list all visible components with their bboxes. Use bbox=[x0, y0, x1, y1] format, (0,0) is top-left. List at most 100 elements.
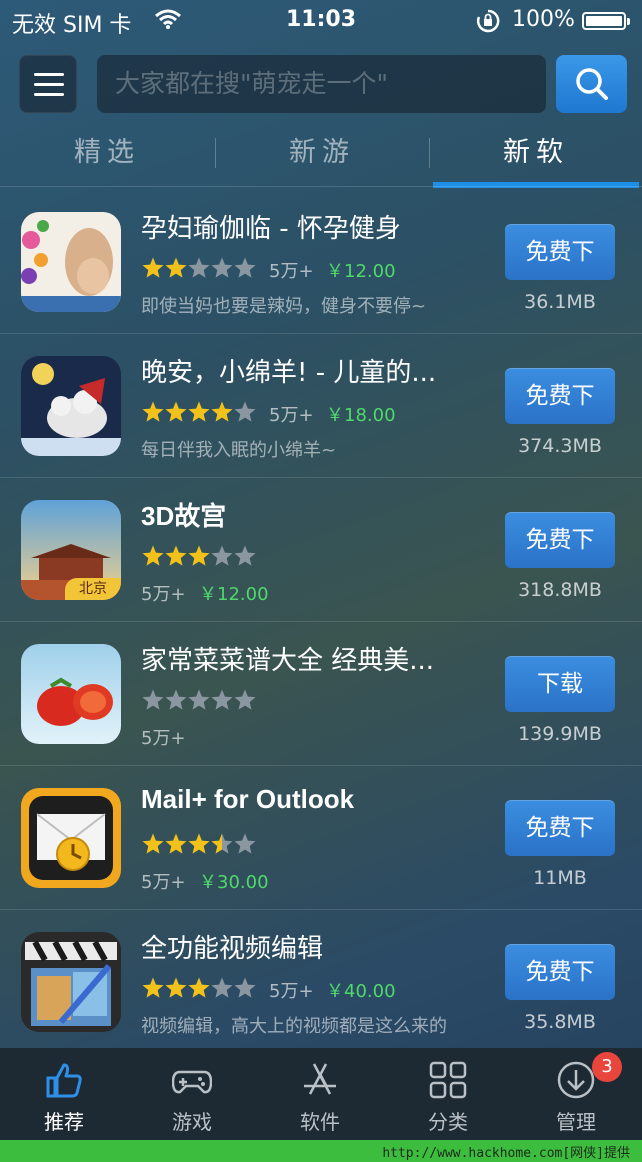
app-description: 视频编辑，高大上的视频都是这么来的 bbox=[141, 1016, 447, 1037]
star-icon bbox=[234, 977, 256, 998]
app-size: 36.1MB bbox=[524, 291, 596, 313]
downloads: 5万+ bbox=[269, 405, 314, 426]
downloads: 5万+ bbox=[269, 261, 314, 282]
list-item[interactable]: Mail+ for Outlook 5万+ ￥30.00 免费下 11MB bbox=[0, 766, 642, 910]
star-icon bbox=[234, 545, 256, 566]
tab-bar-label: 管理 bbox=[556, 1110, 596, 1134]
star-icon bbox=[142, 545, 164, 566]
hamburger-line bbox=[34, 93, 64, 96]
price: ￥30.00 bbox=[199, 872, 269, 893]
star-icon bbox=[142, 833, 164, 854]
thumbs-up-icon bbox=[46, 1063, 82, 1098]
star-icon bbox=[211, 257, 233, 278]
downloads: 5万+ bbox=[141, 584, 186, 605]
star-icon bbox=[188, 401, 210, 422]
app-description: 每日伴我入眠的小绵羊~ bbox=[141, 440, 337, 461]
star-icon bbox=[211, 689, 233, 710]
app-icon-sheep bbox=[21, 356, 121, 456]
star-icon bbox=[188, 689, 210, 710]
price: ￥18.00 bbox=[326, 405, 396, 426]
list-item[interactable]: 孕妇瑜伽临 - 怀孕健身 5万+ ￥12.00 即使当妈也要是辣妈，健身不要停~… bbox=[0, 190, 642, 334]
star-icon bbox=[211, 977, 233, 998]
star-icon bbox=[165, 689, 187, 710]
tab-categories[interactable]: 分类 bbox=[384, 1048, 512, 1140]
star-icon bbox=[165, 401, 187, 422]
tab-new-apps[interactable]: 新软 bbox=[430, 124, 642, 182]
star-icon bbox=[211, 401, 233, 422]
download-button[interactable]: 下载 bbox=[505, 656, 615, 712]
app-size: 11MB bbox=[533, 867, 587, 889]
app-size: 374.3MB bbox=[518, 435, 602, 457]
update-count-badge: 3 bbox=[592, 1052, 622, 1082]
star-icon bbox=[211, 833, 233, 854]
tab-new-games[interactable]: 新游 bbox=[216, 124, 428, 182]
active-tab-indicator bbox=[433, 182, 639, 188]
bottom-tab-bar: 推荐 游戏 软件 分类 管理 bbox=[0, 1048, 642, 1140]
star-icon bbox=[234, 401, 256, 422]
app-name: Mail+ for Outlook bbox=[141, 784, 355, 814]
search-button[interactable] bbox=[556, 55, 627, 113]
star-icon bbox=[234, 257, 256, 278]
app-icon-video-editor bbox=[21, 932, 121, 1032]
download-button[interactable]: 免费下 bbox=[505, 368, 615, 424]
star-icon bbox=[165, 545, 187, 566]
list-item[interactable]: 晚安，小绵羊! - 儿童的... 5万+ ￥18.00 每日伴我入眠的小绵羊~ … bbox=[0, 334, 642, 478]
grid-icon bbox=[429, 1061, 467, 1099]
app-description: 即使当妈也要是辣妈，健身不要停~ bbox=[141, 296, 427, 317]
app-icon-yoga bbox=[21, 212, 121, 312]
list-item[interactable]: 全功能视频编辑 5万+ ￥40.00 视频编辑，高大上的视频都是这么来的 免费下… bbox=[0, 910, 642, 1054]
download-button[interactable]: 免费下 bbox=[505, 944, 615, 1000]
app-icon-forbidden-city: 北京 bbox=[21, 500, 121, 600]
search-input[interactable]: 大家都在搜"萌宠走一个" bbox=[97, 55, 546, 113]
star-icon bbox=[165, 833, 187, 854]
divider bbox=[0, 186, 642, 187]
downloads: 5万+ bbox=[269, 981, 314, 1002]
download-button[interactable]: 免费下 bbox=[505, 224, 615, 280]
tab-featured[interactable]: 精选 bbox=[0, 124, 214, 182]
star-icon bbox=[142, 257, 164, 278]
tab-bar-label: 游戏 bbox=[172, 1110, 212, 1134]
star-icon bbox=[234, 689, 256, 710]
star-icon bbox=[188, 977, 210, 998]
status-bar: 无效 SIM 卡 11:03 100% bbox=[0, 0, 642, 42]
hamburger-line bbox=[34, 83, 64, 86]
app-name: 晚安，小绵羊! - 儿童的... bbox=[141, 358, 437, 388]
menu-button[interactable] bbox=[19, 55, 77, 113]
download-button[interactable]: 免费下 bbox=[505, 512, 615, 568]
downloads: 5万+ bbox=[141, 728, 186, 749]
list-item[interactable]: 北京 3D故宫 5万+ ￥12.00 免费下 318.8MB bbox=[0, 478, 642, 622]
app-size: 318.8MB bbox=[518, 579, 602, 601]
app-icon-recipes bbox=[21, 644, 121, 744]
app-size: 35.8MB bbox=[524, 1011, 596, 1033]
tab-bar-label: 软件 bbox=[300, 1110, 340, 1134]
app-name: 3D故宫 bbox=[141, 501, 227, 531]
watermark-bar: http://www.hackhome.com[网侠]提供 bbox=[0, 1140, 642, 1162]
category-tabs: 精选 新游 新软 bbox=[0, 124, 642, 188]
tab-software[interactable]: 软件 bbox=[256, 1048, 384, 1140]
icon-badge-label: 北京 bbox=[65, 578, 121, 600]
tab-bar-label: 推荐 bbox=[44, 1110, 84, 1134]
star-icon bbox=[165, 257, 187, 278]
watermark-text: http://www.hackhome.com[网侠]提供 bbox=[382, 1146, 630, 1161]
list-item[interactable]: 家常菜菜谱大全 经典美... 5万+ 下载 139.9MB bbox=[0, 622, 642, 766]
download-button[interactable]: 免费下 bbox=[505, 800, 615, 856]
star-icon bbox=[142, 689, 164, 710]
tab-recommended[interactable]: 推荐 bbox=[0, 1048, 128, 1140]
star-icon bbox=[188, 833, 210, 854]
hamburger-line bbox=[34, 73, 64, 76]
star-icon bbox=[188, 257, 210, 278]
star-icon bbox=[234, 833, 256, 854]
tab-games[interactable]: 游戏 bbox=[128, 1048, 256, 1140]
app-name: 全功能视频编辑 bbox=[141, 934, 324, 964]
star-icon bbox=[211, 545, 233, 566]
gamepad-icon bbox=[172, 1070, 212, 1094]
star-icon bbox=[188, 545, 210, 566]
app-size: 139.9MB bbox=[518, 723, 602, 745]
battery-icon bbox=[582, 12, 630, 30]
app-name: 孕妇瑜伽临 - 怀孕健身 bbox=[141, 214, 401, 244]
battery-percent: 100% bbox=[512, 7, 575, 32]
tab-bar-label: 分类 bbox=[428, 1110, 468, 1134]
rotation-lock-icon bbox=[476, 9, 500, 33]
app-store-icon bbox=[304, 1063, 336, 1095]
star-icon bbox=[165, 977, 187, 998]
